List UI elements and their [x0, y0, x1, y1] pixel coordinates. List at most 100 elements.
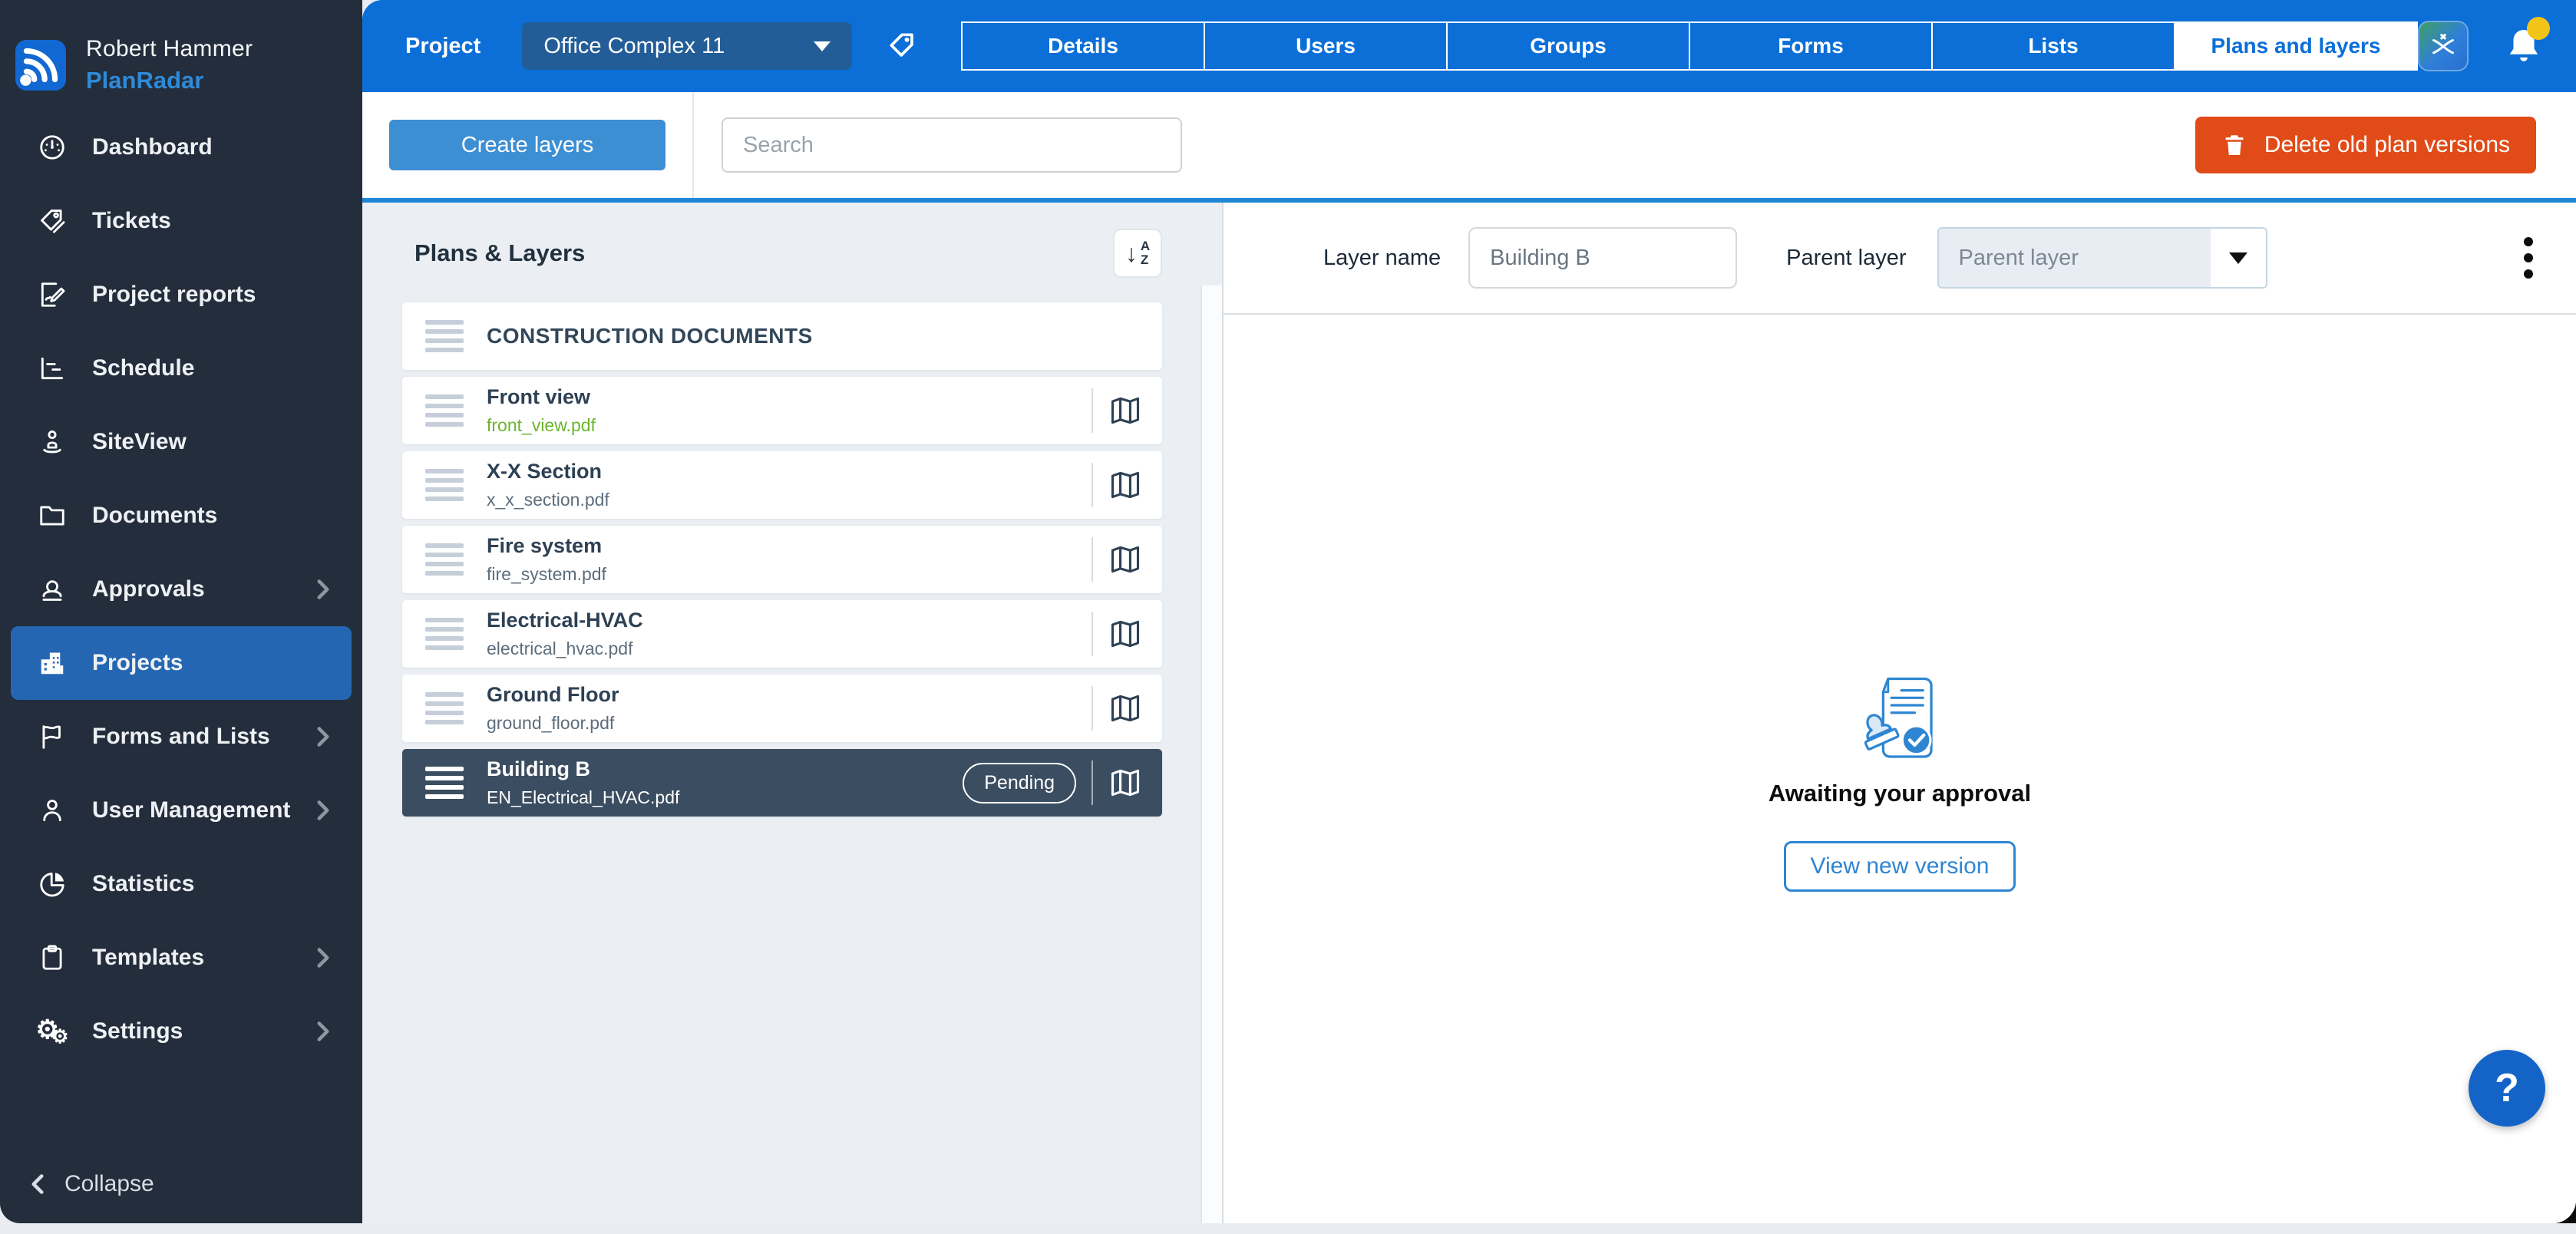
view-new-version-button[interactable]: View new version	[1784, 841, 2016, 892]
sidebar-item-label: Settings	[92, 1018, 316, 1044]
project-label: Project	[405, 34, 481, 59]
layer-row-x-x-section[interactable]: X-X Section x_x_section.pdf	[402, 451, 1162, 519]
layer-row-front-view[interactable]: Front view front_view.pdf	[402, 377, 1162, 444]
sidebar-item-templates[interactable]: Templates	[11, 921, 352, 995]
approval-stamp-illustration	[1850, 674, 1950, 767]
sidebar-item-label: Projects	[92, 650, 352, 676]
map-icon[interactable]	[1108, 691, 1142, 725]
row-divider	[1091, 388, 1093, 433]
delete-old-plan-versions-button[interactable]: Delete old plan versions	[2195, 117, 2536, 173]
layer-detail-header: Layer name Parent layer Parent layer	[1224, 203, 2576, 315]
layer-filename: electrical_hvac.pdf	[487, 638, 643, 659]
sidebar-item-statistics[interactable]: Statistics	[11, 847, 352, 921]
drag-handle-icon[interactable]	[425, 469, 464, 501]
tab-groups[interactable]: Groups	[1446, 21, 1690, 71]
layer-name: Front view	[487, 385, 596, 409]
sidebar-item-label: Forms and Lists	[92, 724, 316, 750]
row-divider	[1091, 612, 1093, 656]
help-button[interactable]: ?	[2469, 1050, 2545, 1127]
sidebar-item-label: Documents	[92, 503, 352, 529]
chevron-right-icon	[316, 947, 330, 968]
tab-plans-and-layers[interactable]: Plans and layers	[2174, 21, 2418, 71]
row-divider	[1091, 463, 1093, 507]
sidebar-collapse-button[interactable]: Collapse	[0, 1171, 362, 1223]
panel-title: Plans & Layers	[414, 239, 585, 267]
search-input[interactable]	[722, 117, 1182, 173]
plans-toolbar: Create layers Delete old plan versions	[362, 92, 2576, 198]
drag-handle-icon[interactable]	[425, 320, 464, 352]
sort-az-icon: AZ	[1141, 239, 1150, 267]
collapse-label: Collapse	[64, 1171, 154, 1197]
sidebar-item-settings[interactable]: ⚙⚙ Settings	[11, 995, 352, 1068]
sidebar-item-schedule[interactable]: Schedule	[11, 332, 352, 405]
flag-icon	[35, 722, 69, 751]
project-selector[interactable]: Office Complex 11	[522, 22, 852, 70]
map-icon[interactable]	[1108, 766, 1142, 800]
drag-handle-icon[interactable]	[425, 767, 464, 799]
layer-row-electrical-hvac[interactable]: Electrical-HVAC electrical_hvac.pdf	[402, 600, 1162, 668]
more-options-kebab-button[interactable]	[2524, 237, 2533, 279]
sidebar-item-documents[interactable]: Documents	[11, 479, 352, 553]
map-icon[interactable]	[1108, 394, 1142, 427]
layer-filename: x_x_section.pdf	[487, 490, 609, 510]
layer-name-input[interactable]	[1468, 227, 1737, 289]
sidebar-item-tickets[interactable]: Tickets	[11, 184, 352, 258]
sidebar-user-block[interactable]: Robert Hammer PlanRadar	[0, 0, 362, 107]
sidebar-item-label: Approvals	[92, 576, 316, 602]
layer-name: Fire system	[487, 534, 606, 558]
layer-filename: fire_system.pdf	[487, 564, 606, 585]
user-name: Robert Hammer	[86, 36, 253, 62]
chevron-right-icon	[316, 800, 330, 821]
map-icon[interactable]	[1108, 468, 1142, 502]
sidebar-item-approvals[interactable]: Approvals	[11, 553, 352, 626]
sidebar-item-dashboard[interactable]: Dashboard	[11, 111, 352, 184]
drag-handle-icon[interactable]	[425, 394, 464, 427]
panel-scrollbar[interactable]	[1200, 285, 1222, 1223]
sidebar-item-projects[interactable]: Projects	[11, 626, 352, 700]
project-tags-icon[interactable]	[886, 29, 920, 63]
sidebar: Robert Hammer PlanRadar Dashboard Ticket…	[0, 0, 362, 1223]
help-question-icon: ?	[2495, 1065, 2519, 1111]
tab-users[interactable]: Users	[1204, 21, 1448, 71]
layer-filename: ground_floor.pdf	[487, 713, 619, 734]
create-layers-button[interactable]: Create layers	[389, 120, 665, 170]
drag-handle-icon[interactable]	[425, 692, 464, 724]
drag-handle-icon[interactable]	[425, 543, 464, 576]
pending-status-badge: Pending	[963, 763, 1076, 803]
tab-lists[interactable]: Lists	[1931, 21, 2175, 71]
sidebar-item-user-management[interactable]: User Management	[11, 774, 352, 847]
chevron-right-icon	[316, 726, 330, 747]
parent-layer-select[interactable]: Parent layer	[1937, 227, 2267, 289]
sort-arrow-icon: ↓	[1125, 241, 1138, 266]
drag-handle-icon[interactable]	[425, 618, 464, 650]
select-caret-section	[2211, 229, 2266, 287]
sort-alphabetical-button[interactable]: ↓ AZ	[1113, 229, 1162, 278]
layer-group-row[interactable]: CONSTRUCTION DOCUMENTS	[402, 302, 1162, 370]
sidebar-item-label: Statistics	[92, 871, 352, 897]
caret-down-icon	[2229, 252, 2247, 264]
sidebar-item-siteview[interactable]: SiteView	[11, 405, 352, 479]
parent-layer-value: Parent layer	[1939, 246, 2211, 271]
tab-forms[interactable]: Forms	[1689, 21, 1933, 71]
layer-row-fire-system[interactable]: Fire system fire_system.pdf	[402, 526, 1162, 593]
sidebar-item-label: Templates	[92, 945, 316, 971]
layer-name: Building B	[487, 757, 679, 781]
layer-row-building-b-selected[interactable]: Building B EN_Electrical_HVAC.pdf Pendin…	[402, 749, 1162, 817]
pie-chart-icon	[35, 869, 69, 899]
planradar-app: Robert Hammer PlanRadar Dashboard Ticket…	[0, 0, 2576, 1234]
row-divider	[1091, 761, 1093, 805]
notifications-button[interactable]	[2502, 23, 2545, 69]
chevron-right-icon	[316, 579, 330, 600]
sidebar-item-project-reports[interactable]: Project reports	[11, 258, 352, 332]
parent-layer-label: Parent layer	[1786, 246, 1906, 271]
tab-details[interactable]: Details	[961, 21, 1205, 71]
notification-dot	[2527, 17, 2550, 40]
siteview-app-switch-button[interactable]	[2418, 21, 2469, 71]
sidebar-item-forms-and-lists[interactable]: Forms and Lists	[11, 700, 352, 774]
crossing-paths-icon	[2428, 31, 2459, 61]
map-icon[interactable]	[1108, 617, 1142, 651]
ticket-tag-icon	[35, 206, 69, 236]
layer-row-ground-floor[interactable]: Ground Floor ground_floor.pdf	[402, 675, 1162, 742]
map-icon[interactable]	[1108, 543, 1142, 576]
clipboard-icon	[35, 943, 69, 972]
